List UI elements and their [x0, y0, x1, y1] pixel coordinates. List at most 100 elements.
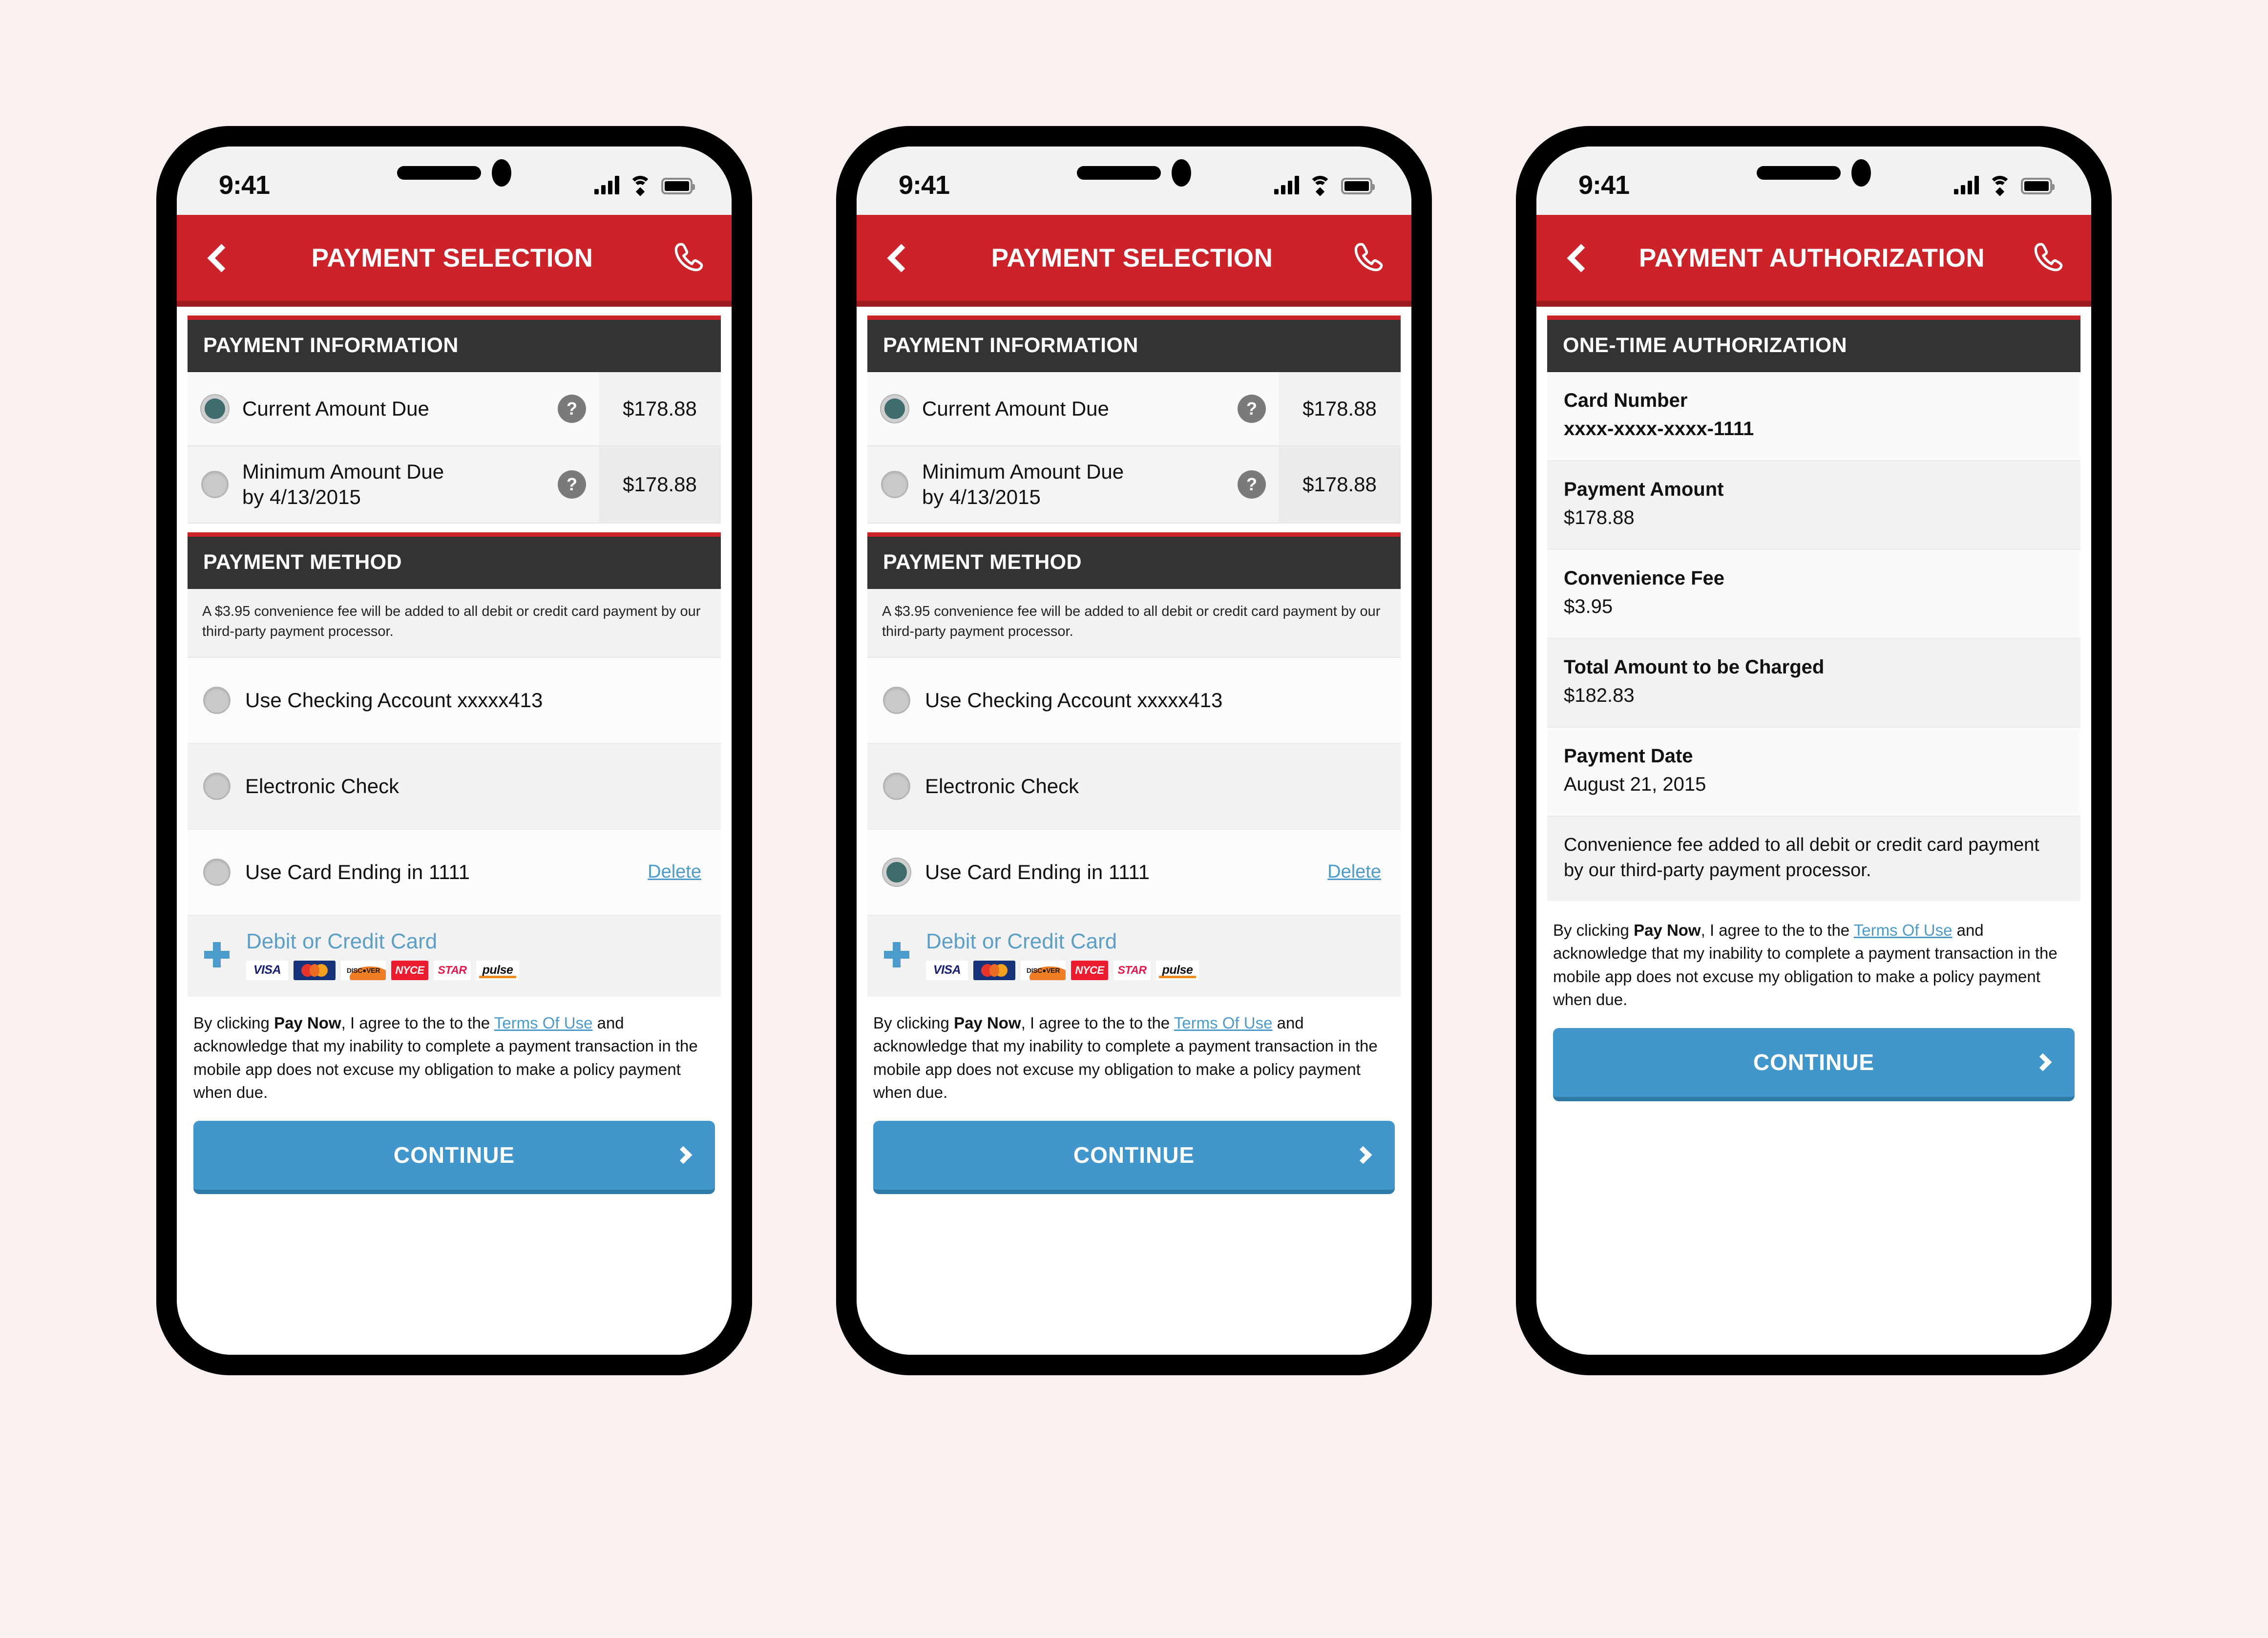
payment-method-option-card[interactable]: Use Card Ending in 1111 Delete — [188, 829, 721, 916]
status-bar: 9:41 — [857, 147, 1411, 215]
status-bar-icons — [1954, 176, 2055, 196]
question-mark-icon[interactable]: ? — [1238, 395, 1266, 423]
delete-card-link[interactable]: Delete — [1327, 861, 1385, 882]
plus-icon[interactable] — [204, 942, 230, 967]
continue-button-label: CONTINUE — [1073, 1142, 1195, 1168]
payment-info-row-current[interactable]: Current Amount Due ? $178.88 — [867, 372, 1401, 446]
phone-screen-2: 9:41 PAYMENT SELECTION PAYMENT INFORMATI… — [857, 147, 1411, 1355]
back-chevron-icon[interactable] — [1562, 242, 1594, 274]
terms-of-use-link[interactable]: Terms Of Use — [494, 1014, 593, 1032]
phone-screen-1: 9:41 PAYMENT SELECTION PAYMENT INFORMATI… — [177, 147, 732, 1355]
payment-method-label: Use Card Ending in 1111 — [925, 860, 1150, 883]
terms-footer-1: By clicking Pay Now, I agree to the to t… — [177, 997, 732, 1104]
front-camera-icon — [492, 159, 511, 187]
phone-frame-1: 9:41 PAYMENT SELECTION PAYMENT INFORMATI… — [156, 126, 752, 1375]
add-debit-credit-card-row[interactable]: Debit or Credit Card VISA DISC●VER NYCE … — [867, 915, 1401, 997]
status-bar-clock: 9:41 — [1578, 170, 1630, 200]
payment-method-label: Use Checking Account xxxxx413 — [925, 688, 1223, 712]
radio-minimum-amount[interactable] — [881, 471, 908, 499]
auth-row-payment-amount: Payment Amount $178.88 — [1547, 461, 2080, 550]
terms-text: By clicking Pay Now, I agree to the to t… — [1553, 919, 2075, 1011]
front-camera-icon — [1851, 159, 1871, 187]
page-title: PAYMENT AUTHORIZATION — [1638, 243, 1985, 273]
continue-wrap-3: CONTINUE — [1536, 1011, 2091, 1101]
terms-middle: , I agree to the to the — [1701, 921, 1854, 939]
phone-frame-2: 9:41 PAYMENT SELECTION PAYMENT INFORMATI… — [836, 126, 1432, 1375]
phone-call-icon[interactable] — [670, 240, 706, 276]
delete-card-link[interactable]: Delete — [648, 861, 705, 882]
add-debit-credit-card-row[interactable]: Debit or Credit Card VISA DISC●VER NYCE … — [188, 915, 721, 997]
phone-call-icon[interactable] — [1350, 240, 1386, 276]
radio-checking-account[interactable] — [203, 686, 231, 714]
screen-content-2: PAYMENT INFORMATION Current Amount Due ?… — [857, 307, 1411, 1355]
chevron-right-icon — [1354, 1146, 1372, 1164]
back-chevron-icon[interactable] — [202, 242, 234, 274]
auth-value: $182.83 — [1564, 685, 1635, 706]
payment-method-option-checking[interactable]: Use Checking Account xxxxx413 — [867, 657, 1401, 744]
terms-bold-paynow: Pay Now — [954, 1013, 1021, 1032]
terms-middle: , I agree to the to the — [341, 1013, 494, 1032]
radio-electronic-check[interactable] — [203, 772, 231, 800]
question-mark-icon[interactable]: ? — [1238, 470, 1266, 499]
page-title: PAYMENT SELECTION — [311, 243, 593, 273]
payment-method-option-echeck[interactable]: Electronic Check — [867, 743, 1401, 830]
payment-info-row-minimum[interactable]: Minimum Amount Due by 4/13/2015 ? $178.8… — [188, 446, 721, 524]
terms-prefix: By clicking — [873, 1013, 954, 1032]
payment-method-option-echeck[interactable]: Electronic Check — [188, 743, 721, 830]
payment-method-label: Use Checking Account xxxxx413 — [245, 688, 543, 712]
auth-row-payment-date: Payment Date August 21, 2015 — [1547, 728, 2080, 817]
battery-full-icon — [2021, 178, 2055, 194]
phone-frame-3: 9:41 PAYMENT AUTHORIZATION ONE-TIME AUTH… — [1516, 126, 2112, 1375]
payment-information-card: PAYMENT INFORMATION Current Amount Due ?… — [188, 315, 721, 524]
screen-content-1: PAYMENT INFORMATION Current Amount Due ?… — [177, 307, 732, 1355]
radio-minimum-amount[interactable] — [201, 471, 229, 499]
phone-mockup-stage: 9:41 PAYMENT SELECTION PAYMENT INFORMATI… — [0, 0, 2268, 1638]
cellular-bars-icon — [594, 176, 619, 194]
payment-info-amount: $178.88 — [1279, 372, 1401, 445]
terms-of-use-link[interactable]: Terms Of Use — [1174, 1014, 1273, 1032]
phone-notch — [397, 159, 511, 187]
radio-electronic-check[interactable] — [883, 772, 910, 800]
radio-current-amount[interactable] — [881, 395, 908, 422]
terms-of-use-link[interactable]: Terms Of Use — [1854, 921, 1953, 939]
continue-button[interactable]: CONTINUE — [193, 1120, 715, 1194]
continue-wrap-1: CONTINUE — [177, 1104, 732, 1194]
terms-text: By clicking Pay Now, I agree to the to t… — [873, 1011, 1395, 1104]
continue-button-label: CONTINUE — [393, 1142, 515, 1168]
payment-info-row-minimum[interactable]: Minimum Amount Due by 4/13/2015 ? $178.8… — [867, 446, 1401, 524]
app-bar-2: PAYMENT SELECTION — [857, 215, 1411, 307]
auth-key: Payment Amount — [1564, 479, 1724, 500]
payment-method-card: PAYMENT METHOD A $3.95 convenience fee w… — [188, 532, 721, 997]
radio-saved-card[interactable] — [203, 858, 231, 886]
auth-key: Payment Date — [1564, 745, 1693, 767]
auth-value: xxxx-xxxx-xxxx-1111 — [1564, 418, 1754, 440]
phone-call-icon[interactable] — [2030, 240, 2066, 276]
payment-method-option-card[interactable]: Use Card Ending in 1111 Delete — [867, 829, 1401, 916]
question-mark-icon[interactable]: ? — [558, 395, 586, 423]
radio-current-amount[interactable] — [201, 395, 229, 422]
question-mark-icon[interactable]: ? — [558, 470, 586, 499]
continue-button[interactable]: CONTINUE — [1553, 1028, 2075, 1101]
payment-information-header: PAYMENT INFORMATION — [867, 315, 1401, 372]
continue-button[interactable]: CONTINUE — [873, 1120, 1395, 1194]
payment-method-label: Electronic Check — [925, 774, 1079, 798]
back-chevron-icon[interactable] — [882, 242, 914, 274]
phone-screen-3: 9:41 PAYMENT AUTHORIZATION ONE-TIME AUTH… — [1536, 147, 2091, 1355]
terms-text: By clicking Pay Now, I agree to the to t… — [193, 1011, 715, 1104]
payment-method-option-checking[interactable]: Use Checking Account xxxxx413 — [188, 657, 721, 744]
radio-saved-card[interactable] — [883, 858, 910, 886]
payment-info-amount: $178.88 — [1279, 446, 1401, 523]
payment-info-row-current[interactable]: Current Amount Due ? $178.88 — [188, 372, 721, 446]
cellular-bars-icon — [1954, 176, 1979, 194]
terms-prefix: By clicking — [1553, 921, 1634, 939]
app-bar-3: PAYMENT AUTHORIZATION — [1536, 215, 2091, 307]
terms-middle: , I agree to the to the — [1021, 1013, 1174, 1032]
plus-icon[interactable] — [884, 942, 909, 967]
radio-checking-account[interactable] — [883, 686, 910, 714]
nyce-logo-icon: NYCE — [391, 960, 428, 980]
wifi-icon — [1989, 176, 2011, 196]
mastercard-logo-icon — [973, 960, 1015, 980]
terms-footer-2: By clicking Pay Now, I agree to the to t… — [857, 997, 1411, 1104]
status-bar-icons — [594, 176, 695, 196]
status-bar: 9:41 — [1536, 147, 2091, 215]
